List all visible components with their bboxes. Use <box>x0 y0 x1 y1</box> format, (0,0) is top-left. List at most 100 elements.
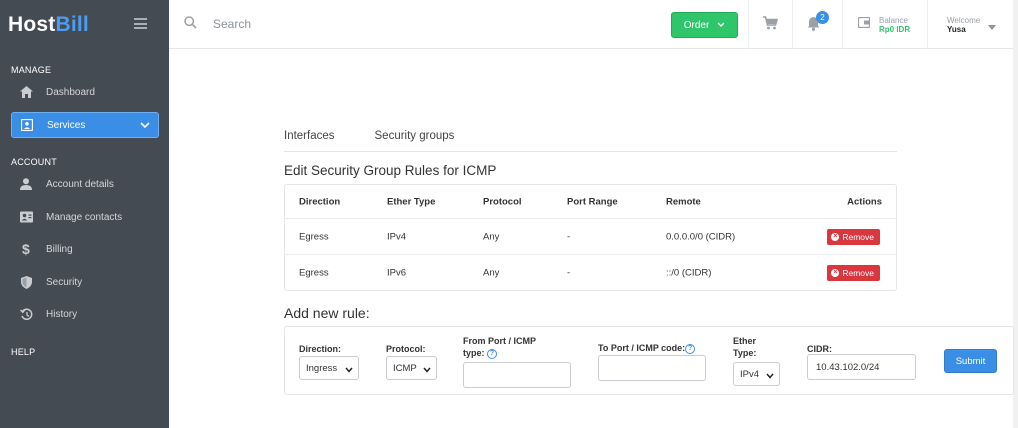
cidr-input[interactable] <box>807 354 916 380</box>
table-row: Egress IPv4 Any - 0.0.0.0/0 (CIDR) × Rem… <box>285 219 896 255</box>
order-button[interactable]: Order <box>671 12 738 38</box>
caret-down-icon[interactable] <box>988 21 996 33</box>
chevron-down-icon <box>717 20 725 31</box>
chevron-down-icon <box>345 365 353 376</box>
sidebar-item-label: History <box>46 308 78 320</box>
dollar-icon: $ <box>13 242 39 256</box>
table-row: Egress IPv6 Any - ::/0 (CIDR) × Remove <box>285 255 896 291</box>
from-port-label: From Port / ICMP type: ? <box>463 335 536 359</box>
balance-value: Rp0 IDR <box>879 25 911 34</box>
balance-label: Balance <box>879 16 908 25</box>
shield-icon <box>13 275 39 289</box>
top-bar: Order 2 Balance Rp0 IDR Welcome Yusa <box>169 0 1018 49</box>
help-icon[interactable]: ? <box>487 348 498 359</box>
hostbill-logo[interactable]: HostBill <box>8 13 89 37</box>
remove-button-label: Remove <box>842 231 874 242</box>
sidebar-item-label: Security <box>46 276 83 288</box>
cell-protocol: Any <box>483 267 500 279</box>
divider <box>927 0 928 49</box>
chevron-down-icon <box>140 121 150 132</box>
tab-security-groups[interactable]: Security groups <box>375 130 455 142</box>
help-icon[interactable]: ? <box>685 343 696 354</box>
submit-button[interactable]: Submit <box>944 349 997 373</box>
svg-text:$: $ <box>22 242 30 256</box>
logo-bill-text: Bill <box>55 13 89 36</box>
from-port-label-line1: From Port / ICMP <box>463 336 537 346</box>
sidebar: HostBill MANAGE Dashboard Services ACCOU… <box>0 0 169 428</box>
to-port-label-text: To Port / ICMP code: <box>598 343 686 353</box>
remove-button[interactable]: × Remove <box>827 228 880 245</box>
history-icon <box>13 308 39 321</box>
column-header-port-range: Port Range <box>567 196 618 207</box>
to-port-input[interactable] <box>598 355 706 381</box>
cell-ether-type: IPv4 <box>387 231 407 242</box>
page-title: Edit Security Group Rules for ICMP <box>284 163 497 178</box>
search-input[interactable] <box>213 14 463 34</box>
sidebar-item-label: Account details <box>46 178 114 190</box>
username[interactable]: Yusa <box>947 25 966 34</box>
protocol-select[interactable]: ICMP <box>386 356 437 380</box>
order-button-label: Order <box>683 19 710 31</box>
column-header-protocol: Protocol <box>483 196 522 207</box>
sidebar-item-billing[interactable]: $ Billing <box>11 236 159 262</box>
cell-protocol: Any <box>483 231 500 242</box>
to-port-label: To Port / ICMP code:? <box>598 342 696 354</box>
search-icon <box>184 16 197 32</box>
tabs: Interfaces Security groups <box>284 130 494 142</box>
section-label-help: HELP <box>11 347 36 357</box>
cell-ether-type: IPv6 <box>387 267 407 279</box>
section-label-manage: MANAGE <box>11 65 52 75</box>
logo-host-text: Host <box>8 13 56 36</box>
ether-type-label-line1: Ether <box>733 336 757 346</box>
cell-direction: Egress <box>299 267 329 279</box>
ether-type-select[interactable]: IPv4 <box>733 362 780 386</box>
sidebar-item-security[interactable]: Security <box>11 269 159 295</box>
cell-remote: ::/0 (CIDR) <box>666 267 712 279</box>
sidebar-item-account-details[interactable]: Account details <box>11 171 159 197</box>
from-port-input[interactable] <box>463 362 571 388</box>
sidebar-item-history[interactable]: History <box>11 301 159 327</box>
home-icon <box>13 86 39 98</box>
column-header-actions: Actions <box>847 196 882 207</box>
contacts-icon <box>13 211 39 223</box>
chevron-down-icon <box>423 365 431 376</box>
sidebar-item-label: Billing <box>46 243 73 255</box>
remove-button[interactable]: × Remove <box>827 265 880 281</box>
chevron-down-icon <box>766 371 774 382</box>
column-header-remote: Remote <box>666 196 701 207</box>
sidebar-item-dashboard[interactable]: Dashboard <box>11 79 159 105</box>
welcome-label: Welcome <box>947 16 981 25</box>
divider <box>792 0 793 49</box>
remove-button-label: Remove <box>842 268 874 278</box>
rules-table: Direction Ether Type Protocol Port Range… <box>284 184 897 291</box>
section-label-account: ACCOUNT <box>11 157 57 167</box>
user-icon <box>13 178 39 190</box>
add-rule-heading: Add new rule: <box>284 305 370 321</box>
notification-badge: 2 <box>816 11 829 24</box>
ether-type-label: Ether Type: <box>733 335 756 359</box>
divider <box>748 0 749 49</box>
sidebar-item-services[interactable]: Services <box>11 112 159 138</box>
add-rule-form: Direction: Ingress Protocol: ICMP From P… <box>284 326 1014 395</box>
cart-icon[interactable] <box>763 16 778 33</box>
tab-interfaces[interactable]: Interfaces <box>284 130 335 142</box>
protocol-select-value: ICMP <box>393 362 417 374</box>
direction-select[interactable]: Ingress <box>299 356 359 380</box>
cell-remote: 0.0.0.0/0 (CIDR) <box>666 231 736 242</box>
sidebar-item-label: Dashboard <box>46 86 95 98</box>
services-icon <box>14 119 40 131</box>
direction-label: Direction: <box>299 344 342 354</box>
sidebar-item-manage-contacts[interactable]: Manage contacts <box>11 204 159 230</box>
ether-type-select-value: IPv4 <box>740 368 760 380</box>
remove-icon: × <box>831 232 840 241</box>
from-port-label-line2: type: <box>463 348 485 358</box>
cell-port-range: - <box>567 231 571 242</box>
sidebar-item-label: Manage contacts <box>46 211 123 223</box>
tabs-divider <box>284 151 897 152</box>
remove-icon: × <box>831 269 840 277</box>
hamburger-menu-icon[interactable] <box>134 18 147 29</box>
direction-select-value: Ingress <box>306 362 338 374</box>
table-header-row: Direction Ether Type Protocol Port Range… <box>285 185 896 219</box>
divider <box>842 0 843 49</box>
column-header-direction: Direction <box>299 196 341 207</box>
